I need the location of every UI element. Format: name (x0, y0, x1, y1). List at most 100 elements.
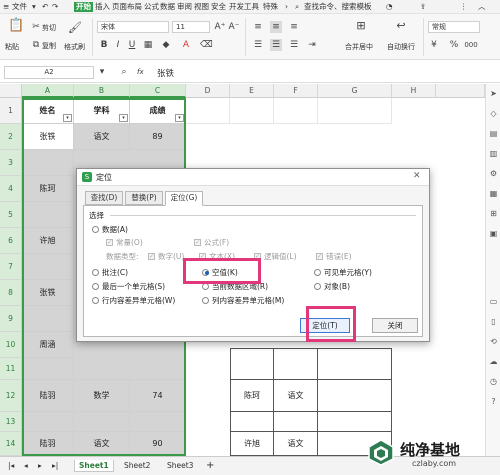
document-icon[interactable]: ▯ (488, 316, 499, 327)
cell-a12[interactable]: 陆羽 (22, 380, 74, 412)
radio-col-diff[interactable]: 列内容差异单元格(M) (202, 295, 284, 305)
cloud-icon[interactable]: ☁ (488, 356, 499, 367)
settings-icon[interactable]: ⚙ (488, 168, 499, 179)
sheet-tab-3[interactable]: Sheet3 (163, 460, 197, 472)
column-header-c[interactable]: C (130, 84, 186, 98)
align-middle-icon[interactable]: ≡ (270, 21, 282, 33)
indent-icon[interactable]: ⇥ (306, 39, 318, 51)
row-header-3[interactable]: 3 (0, 150, 22, 176)
wrap-button[interactable]: 自动换行 (387, 42, 415, 52)
cell-e14[interactable]: 许旭 (230, 432, 274, 456)
align-left-icon[interactable]: ☰ (252, 39, 264, 51)
row-header-6[interactable]: 6 (0, 228, 22, 254)
cell[interactable] (318, 98, 392, 124)
menu-item-data[interactable]: 数据 (160, 2, 175, 12)
cell-a7[interactable] (22, 254, 74, 280)
percent-button[interactable]: % (448, 39, 460, 51)
menu-item-security[interactable]: 安全 (211, 2, 226, 12)
filter-dropdown-icon[interactable]: ▾ (175, 114, 184, 122)
format-painter-button[interactable]: 格式刷 (64, 42, 85, 52)
copy-button[interactable]: 复制 (42, 41, 56, 51)
redo-icon[interactable]: ↷ (52, 2, 58, 12)
undo-icon[interactable]: ↶ (42, 2, 48, 12)
column-header-h[interactable]: H (392, 84, 436, 98)
merge-icon[interactable]: ⊞ (353, 20, 369, 36)
cell-g12[interactable] (318, 380, 392, 412)
cell-a8[interactable]: 张铁 (22, 280, 74, 306)
menu-item-special[interactable]: 特殊 (263, 2, 278, 12)
clock-icon[interactable]: ◷ (488, 376, 499, 387)
prev-sheet-icon[interactable]: ◂ (20, 460, 32, 472)
cell-b12[interactable]: 数学 (74, 380, 130, 412)
last-sheet-icon[interactable]: ▸| (48, 460, 62, 472)
radio-icon[interactable] (92, 282, 99, 290)
cell[interactable] (274, 98, 318, 124)
layout-icon[interactable]: ▣ (488, 228, 499, 239)
command-search[interactable]: 查找命令、搜索模板 (304, 2, 372, 12)
radio-last-cell[interactable]: 最后一个单元格(S) (92, 281, 165, 291)
share-icon[interactable]: ⇪ (420, 2, 426, 12)
backup-icon[interactable]: ⟲ (488, 336, 499, 347)
menu-item-page-layout[interactable]: 页面布局 (112, 2, 142, 12)
cell-c12[interactable]: 74 (130, 380, 186, 412)
cell-a3[interactable] (22, 150, 74, 176)
cell-f11[interactable] (274, 348, 318, 380)
cell-b13[interactable] (74, 412, 130, 432)
cell-a6[interactable]: 许旭 (22, 228, 74, 254)
cell-a2[interactable]: 张铁 (22, 124, 74, 150)
cell-g14[interactable] (318, 432, 392, 456)
cell[interactable] (186, 98, 230, 124)
tab-goto[interactable]: 定位(G) (165, 191, 203, 206)
paste-icon[interactable]: 📋 (8, 19, 24, 36)
tab-replace[interactable]: 替换(P) (125, 191, 163, 205)
chart-icon[interactable]: ▥ (488, 148, 499, 159)
row-header-14[interactable]: 14 (0, 432, 22, 456)
border-icon[interactable]: ▦ (142, 39, 154, 51)
cut-icon[interactable]: ✂ (30, 21, 42, 33)
font-grow-icon[interactable]: A⁺ (214, 21, 226, 33)
close-button[interactable]: 关闭 (372, 318, 418, 333)
align-right-icon[interactable]: ☰ (288, 39, 300, 51)
italic-button[interactable]: I (112, 39, 124, 51)
radio-icon[interactable] (92, 225, 99, 233)
close-icon[interactable]: ✕ (413, 171, 421, 181)
column-header-g[interactable]: G (318, 84, 392, 98)
menu-file[interactable]: 文件 (12, 2, 27, 12)
cell-e11[interactable] (230, 348, 274, 380)
cell-e12[interactable]: 陈珂 (230, 380, 274, 412)
radio-icon[interactable] (314, 268, 321, 276)
cell-f12[interactable]: 语文 (274, 380, 318, 412)
more-icon[interactable]: › (285, 2, 288, 12)
name-box[interactable]: A2 (4, 66, 94, 79)
radio-object[interactable]: 对象(B) (314, 281, 350, 291)
select-all-corner[interactable] (0, 84, 22, 98)
row-header-8[interactable]: 8 (0, 280, 22, 306)
font-shrink-icon[interactable]: A⁻ (228, 21, 240, 33)
row-header-13[interactable]: 13 (0, 412, 22, 432)
menu-dropdown-icon[interactable]: ▾ (32, 2, 36, 12)
row-header-1[interactable]: 1 (0, 98, 22, 124)
menu-icon[interactable]: ≡ (3, 2, 9, 12)
radio-row-diff[interactable]: 行内容差异单元格(W) (92, 295, 175, 305)
cut-button[interactable]: 剪切 (42, 23, 56, 33)
cell[interactable] (230, 98, 274, 124)
row-header-10[interactable]: 10 (0, 332, 22, 358)
menu-item-developer[interactable]: 开发工具 (229, 2, 259, 12)
cell-g13[interactable] (318, 412, 392, 432)
cell-f13[interactable] (274, 412, 318, 432)
shapes-icon[interactable]: ◇ (488, 108, 499, 119)
collab-icon[interactable]: ◔ (386, 2, 393, 12)
cell-a5[interactable] (22, 202, 74, 228)
row-header-12[interactable]: 12 (0, 380, 22, 412)
collapse-icon[interactable]: ︿ (478, 2, 486, 12)
align-center-icon[interactable]: ☰ (270, 39, 282, 51)
column-header-f[interactable]: F (274, 84, 318, 98)
filter-dropdown-icon[interactable]: ▾ (119, 114, 128, 122)
copy-icon[interactable]: ⧉ (30, 39, 42, 51)
fx-icon[interactable]: fx (137, 68, 144, 76)
radio-icon[interactable] (92, 296, 99, 304)
cell-g11[interactable] (318, 348, 392, 380)
cell-b14[interactable]: 语文 (74, 432, 130, 456)
cell-a10[interactable]: 周涵 (22, 332, 74, 358)
cell-a11[interactable] (22, 358, 74, 380)
